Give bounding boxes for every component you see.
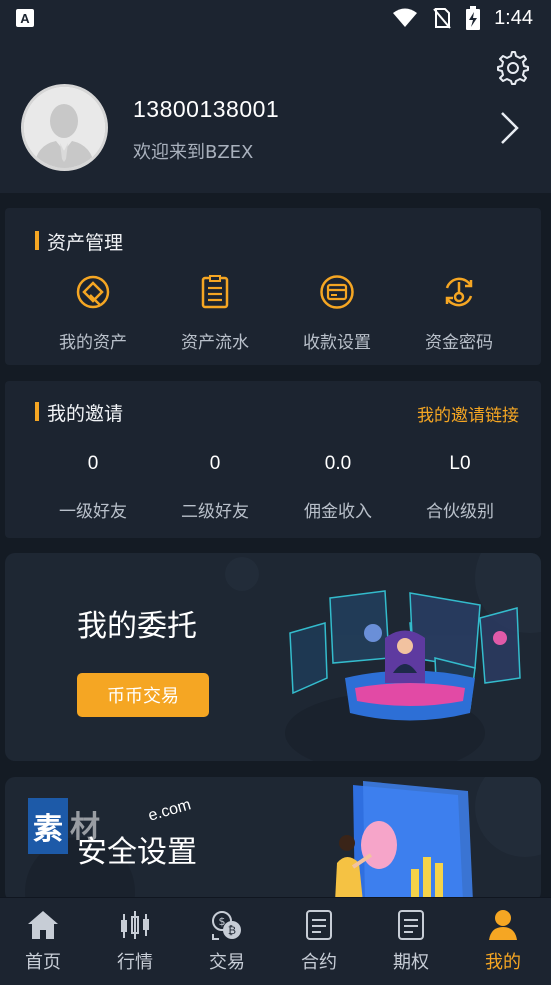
- candlestick-icon: [121, 911, 149, 939]
- wifi-icon: [393, 8, 418, 27]
- welcome-text: 欢迎来到BZEX: [133, 142, 254, 163]
- nav-label: 我的: [485, 952, 521, 973]
- nav-label: 首页: [25, 952, 61, 973]
- decor-circle: [475, 777, 541, 857]
- bottom-nav: 首页 行情 $ ₿ 交易 合约 期权 我的: [0, 897, 551, 985]
- svg-text:₿: ₿: [228, 924, 236, 937]
- nav-contract[interactable]: 合约: [279, 908, 359, 974]
- nav-label: 合约: [301, 952, 337, 973]
- stat-partner-level: L0 合伙级别: [400, 453, 520, 522]
- my-assets-item[interactable]: 我的资产: [33, 274, 153, 353]
- status-time: 1:44: [494, 6, 533, 29]
- invitation-card: 我的邀请 我的邀请链接 0 一级好友 0 二级好友 0.0 佣金收入 L0 合伙…: [5, 381, 541, 538]
- asset-item-label: 收款设置: [303, 333, 371, 353]
- my-orders-banner[interactable]: 我的委托 币币交易: [5, 553, 541, 761]
- profile-header: 13800138001 欢迎来到BZEX: [0, 36, 551, 193]
- trading-desk-illustration: [289, 590, 521, 721]
- stat-value: 0: [87, 453, 99, 474]
- app-notification-icon: A: [16, 9, 34, 27]
- chevron-right-icon[interactable]: [499, 110, 521, 146]
- nav-label: 期权: [393, 952, 429, 973]
- invitation-title: 我的邀请: [35, 399, 123, 426]
- battery-charging-icon: [466, 6, 481, 30]
- my-orders-title: 我的委托: [77, 609, 197, 644]
- home-icon: [28, 911, 58, 939]
- security-settings-banner[interactable]: 安全设置: [5, 777, 541, 902]
- ledger-icon: [201, 275, 229, 309]
- user-icon: [489, 910, 517, 940]
- nav-market[interactable]: 行情: [95, 908, 175, 974]
- status-bar: A 1:44: [0, 0, 551, 36]
- asset-actions: 我的资产 资产流水 收款设置 资金密码: [5, 274, 541, 364]
- asset-management-title: 资产管理: [35, 228, 123, 255]
- stat-value: 0.0: [324, 453, 352, 474]
- stat-value: 0: [209, 453, 221, 474]
- spot-trading-button[interactable]: 币币交易: [77, 673, 209, 717]
- assets-icon: [76, 275, 110, 309]
- default-avatar-icon: [24, 87, 105, 168]
- stat-label: 合伙级别: [426, 502, 494, 522]
- fund-password-item[interactable]: 资金密码: [399, 274, 519, 353]
- stat-label: 一级好友: [59, 502, 127, 522]
- avatar[interactable]: [21, 84, 108, 171]
- stat-level2-friends: 0 二级好友: [155, 453, 275, 522]
- bitcoin-exchange-icon: $ ₿: [212, 911, 241, 940]
- asset-item-label: 资产流水: [181, 333, 249, 353]
- nav-label: 行情: [117, 952, 153, 973]
- settings-gear-icon[interactable]: [495, 50, 531, 86]
- stat-level1-friends: 0 一级好友: [33, 453, 153, 522]
- nav-home[interactable]: 首页: [3, 908, 83, 974]
- card-icon: [320, 275, 354, 309]
- option-icon: [398, 910, 424, 940]
- stat-label: 佣金收入: [304, 502, 372, 522]
- payment-settings-item[interactable]: 收款设置: [277, 274, 397, 353]
- decor-circle: [225, 557, 259, 591]
- key-lock-icon: [445, 277, 473, 307]
- stat-label: 二级好友: [181, 502, 249, 522]
- asset-item-label: 我的资产: [59, 333, 127, 353]
- contract-icon: [306, 910, 332, 940]
- invite-link[interactable]: 我的邀请链接: [417, 401, 519, 426]
- stat-value: L0: [449, 453, 471, 474]
- security-illustration: [335, 781, 473, 902]
- nav-mine[interactable]: 我的: [463, 908, 543, 974]
- security-settings-title: 安全设置: [77, 835, 197, 870]
- asset-item-label: 资金密码: [425, 333, 493, 353]
- asset-management-card: 资产管理 我的资产 资产流水 收款设置 资金密码: [5, 208, 541, 365]
- nav-options[interactable]: 期权: [371, 908, 451, 974]
- nav-label: 交易: [209, 952, 245, 973]
- stat-commission: 0.0 佣金收入: [278, 453, 398, 522]
- no-sim-icon: [433, 8, 451, 29]
- nav-trade[interactable]: $ ₿ 交易: [187, 908, 267, 974]
- asset-ledger-item[interactable]: 资产流水: [155, 274, 275, 353]
- user-phone: 13800138001: [133, 96, 280, 122]
